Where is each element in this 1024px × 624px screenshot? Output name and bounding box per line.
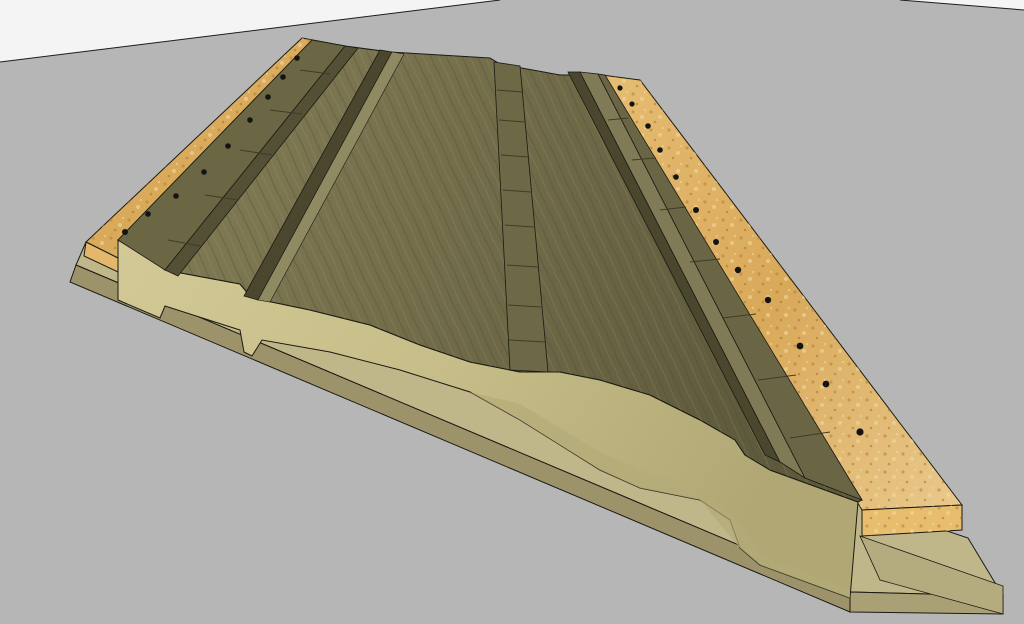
nail-hole-icon (201, 169, 207, 175)
nail-hole-icon (673, 174, 679, 180)
nail-hole-icon (693, 207, 699, 213)
nail-hole-icon (225, 143, 231, 149)
nail-hole-icon (856, 428, 864, 436)
nail-hole-icon (173, 193, 179, 199)
nail-hole-icon (145, 211, 151, 217)
nail-hole-icon (294, 55, 300, 61)
nail-hole-icon (822, 380, 830, 388)
nail-hole-icon (713, 239, 719, 245)
nail-hole-icon (734, 266, 742, 274)
nail-hole-icon (265, 94, 271, 100)
nail-hole-icon (122, 229, 128, 235)
nail-hole-icon (617, 85, 623, 91)
nail-hole-icon (764, 296, 772, 304)
nail-hole-icon (247, 117, 253, 123)
nail-hole-icon (645, 123, 651, 129)
3d-model-viewport[interactable] (0, 0, 1024, 624)
nail-hole-icon (629, 101, 635, 107)
nail-hole-icon (796, 342, 804, 350)
nail-hole-icon (657, 147, 663, 153)
nail-hole-icon (280, 74, 286, 80)
